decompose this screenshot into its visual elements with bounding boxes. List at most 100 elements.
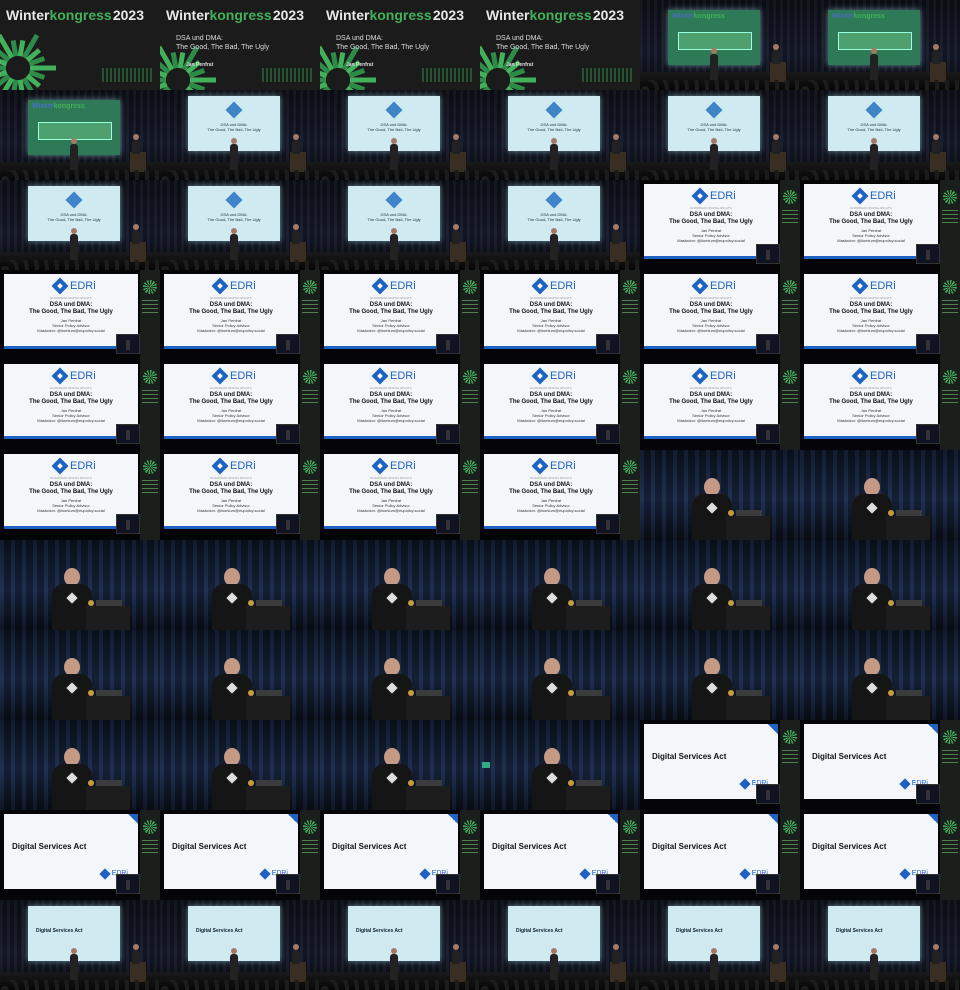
speaker-info: Jan Penfrat Senior Policy Advisor Mastodon…	[804, 228, 938, 243]
speaker-info: Jan Penfrat Senior Policy Advisor Mastodon…	[484, 318, 618, 333]
slide-title-line2: The Good, The Bad, The Ugly	[189, 399, 273, 405]
video-frame-tile[interactable]	[0, 630, 160, 720]
video-frame-tile[interactable]: EDRi EUROPEAN DIGITAL RIGHTS DSA und DMA: T…	[320, 450, 480, 540]
video-frame-tile[interactable]: Winterkongress 2023	[0, 0, 160, 90]
video-frame-tile[interactable]: EDRi EUROPEAN DIGITAL RIGHTS DSA und DMA: T…	[640, 180, 800, 270]
video-frame-tile[interactable]: Digital Services ActEDRi	[640, 720, 800, 810]
winterkongress-logo-icon	[783, 370, 797, 384]
video-frame-tile[interactable]	[480, 720, 640, 810]
video-frame-tile[interactable]: EDRi EUROPEAN DIGITAL RIGHTS DSA und DMA: T…	[480, 360, 640, 450]
video-frame-tile[interactable]: Winterkongress 2023 DSA und DMA: The Good, …	[480, 0, 640, 90]
edri-brand: EDRi	[70, 280, 96, 292]
video-frame-tile[interactable]	[800, 450, 960, 540]
winterkongress-logo-icon	[943, 370, 957, 384]
edri-tagline: EUROPEAN DIGITAL RIGHTS	[530, 386, 572, 390]
video-frame-tile[interactable]: Digital Services ActEDRi	[640, 810, 800, 900]
edri-logo-icon	[371, 277, 389, 295]
video-frame-tile[interactable]: EDRi EUROPEAN DIGITAL RIGHTS DSA und DMA: T…	[800, 360, 960, 450]
video-frame-tile[interactable]: EDRi EUROPEAN DIGITAL RIGHTS DSA und DMA: T…	[320, 270, 480, 360]
video-frame-tile[interactable]	[160, 630, 320, 720]
video-frame-tile[interactable]	[320, 720, 480, 810]
video-frame-tile[interactable]: Digital Services ActEDRi	[0, 810, 160, 900]
video-frame-tile[interactable]: EDRi EUROPEAN DIGITAL RIGHTS DSA und DMA: T…	[160, 270, 320, 360]
video-frame-tile[interactable]: DSA und DMA: The Good, The Bad, The Ugly	[480, 180, 640, 270]
video-frame-tile[interactable]: Winterkongress 2023 DSA und DMA: The Good, …	[160, 0, 320, 90]
dsa-heading: Digital Services Act	[332, 842, 407, 851]
slide-title-line2: The Good, The Bad, The Ugly	[349, 489, 433, 495]
edri-brand: EDRi	[870, 280, 896, 292]
video-frame-tile[interactable]	[160, 720, 320, 810]
video-frame-tile[interactable]	[0, 720, 160, 810]
edri-logo-icon	[258, 868, 271, 880]
video-frame-tile[interactable]: Winterkongress	[640, 0, 800, 90]
audience-heads	[320, 260, 480, 270]
video-frame-tile[interactable]	[480, 540, 640, 630]
video-frame-tile[interactable]: Digital Services Act	[800, 900, 960, 990]
slide-title-line1: DSA und DMA:	[209, 392, 253, 398]
video-frame-tile[interactable]	[800, 630, 960, 720]
lectern-desk	[726, 516, 770, 540]
video-frame-tile[interactable]: EDRi EUROPEAN DIGITAL RIGHTS DSA und DMA: T…	[320, 360, 480, 450]
video-frame-tile[interactable]: EDRi EUROPEAN DIGITAL RIGHTS DSA und DMA: T…	[480, 270, 640, 360]
video-frame-tile[interactable]: EDRi EUROPEAN DIGITAL RIGHTS DSA und DMA: T…	[640, 270, 800, 360]
video-frame-tile[interactable]: Digital Services Act	[640, 900, 800, 990]
video-frame-tile[interactable]: DSA und DMA: The Good, The Bad, The Ugly	[320, 90, 480, 180]
video-frame-tile[interactable]: Digital Services ActEDRi	[800, 720, 960, 810]
video-frame-tile[interactable]: EDRi EUROPEAN DIGITAL RIGHTS DSA und DMA: T…	[0, 270, 160, 360]
video-frame-tile[interactable]	[320, 540, 480, 630]
video-frame-tile[interactable]: Digital Services ActEDRi	[800, 810, 960, 900]
slide-title: DSA und DMA: The Good, The Bad, The Ugly	[164, 482, 298, 496]
video-frame-tile[interactable]	[800, 540, 960, 630]
video-frame-tile[interactable]: DSA und DMA: The Good, The Bad, The Ugly	[480, 90, 640, 180]
video-frame-tile[interactable]: EDRi EUROPEAN DIGITAL RIGHTS DSA und DMA: T…	[640, 360, 800, 450]
slide-title: DSA und DMA: The Good, The Bad, The Ugly	[804, 212, 938, 226]
speaker-mastodon: Mastodon: @ilumium@eupolicy.social	[517, 328, 585, 333]
slide-title-line1: DSA und DMA:	[49, 392, 93, 398]
edri-tagline: EUROPEAN DIGITAL RIGHTS	[530, 296, 572, 300]
video-frame-tile[interactable]	[480, 630, 640, 720]
video-frame-tile[interactable]: Digital Services ActEDRi	[320, 810, 480, 900]
video-frame-tile[interactable]: DSA und DMA: The Good, The Bad, The Ugly	[320, 180, 480, 270]
video-frame-tile[interactable]: Digital Services Act	[480, 900, 640, 990]
video-frame-tile[interactable]: Digital Services Act	[160, 900, 320, 990]
video-frame-tile[interactable]: Digital Services ActEDRi	[480, 810, 640, 900]
video-frame-tile[interactable]: Winterkongress 2023 DSA und DMA: The Good, …	[320, 0, 480, 90]
video-frame-tile[interactable]	[640, 630, 800, 720]
video-frame-tile[interactable]: Digital Services Act	[0, 900, 160, 990]
video-frame-tile[interactable]: Digital Services Act	[320, 900, 480, 990]
video-frame-tile[interactable]: DSA und DMA: The Good, The Bad, The Ugly	[800, 90, 960, 180]
video-frame-tile[interactable]: EDRi EUROPEAN DIGITAL RIGHTS DSA und DMA: T…	[800, 180, 960, 270]
video-frame-tile[interactable]: Winterkongress	[800, 0, 960, 90]
video-frame-tile[interactable]: DSA und DMA: The Good, The Bad, The Ugly	[160, 90, 320, 180]
speaker-pip-video	[276, 514, 300, 534]
video-frame-tile[interactable]	[160, 540, 320, 630]
video-frame-tile[interactable]: DSA und DMA: The Good, The Bad, The Ugly	[0, 180, 160, 270]
video-frame-tile[interactable]: DSA und DMA: The Good, The Bad, The Ugly	[160, 180, 320, 270]
event-brand-part1: Winter	[486, 7, 530, 23]
event-sidebar	[940, 270, 960, 360]
edri-logo-icon	[211, 277, 229, 295]
video-frame-tile[interactable]	[640, 450, 800, 540]
dsa-heading: Digital Services Act	[652, 752, 727, 761]
video-frame-tile[interactable]: EDRi EUROPEAN DIGITAL RIGHTS DSA und DMA: T…	[800, 270, 960, 360]
video-frame-tile[interactable]: Digital Services ActEDRi	[160, 810, 320, 900]
video-frame-tile[interactable]: EDRi EUROPEAN DIGITAL RIGHTS DSA und DMA: T…	[0, 360, 160, 450]
video-frame-tile[interactable]: Winterkongress	[0, 90, 160, 180]
podium	[130, 152, 146, 172]
video-frame-tile[interactable]: EDRi EUROPEAN DIGITAL RIGHTS DSA und DMA: T…	[160, 360, 320, 450]
video-frame-tile[interactable]: EDRi EUROPEAN DIGITAL RIGHTS DSA und DMA: T…	[480, 450, 640, 540]
podium	[450, 152, 466, 172]
video-frame-tile[interactable]: EDRi EUROPEAN DIGITAL RIGHTS DSA und DMA: T…	[160, 450, 320, 540]
desk-lamp-icon	[568, 600, 574, 606]
audience-heads	[160, 260, 320, 270]
video-frame-tile[interactable]	[320, 630, 480, 720]
sidebar-caption	[142, 300, 158, 314]
screen-brand-part1: Winter	[672, 13, 694, 20]
video-frame-tile[interactable]	[0, 540, 160, 630]
screen-title-line2: The Good, The Bad, The Ugly	[367, 217, 421, 222]
video-frame-tile[interactable]: DSA und DMA: The Good, The Bad, The Ugly	[640, 90, 800, 180]
video-frame-tile[interactable]	[640, 540, 800, 630]
video-frame-tile[interactable]: EDRi EUROPEAN DIGITAL RIGHTS DSA und DMA: T…	[0, 450, 160, 540]
presenter	[870, 948, 878, 980]
title-card-line2: The Good, The Bad, The Ugly	[176, 44, 270, 51]
